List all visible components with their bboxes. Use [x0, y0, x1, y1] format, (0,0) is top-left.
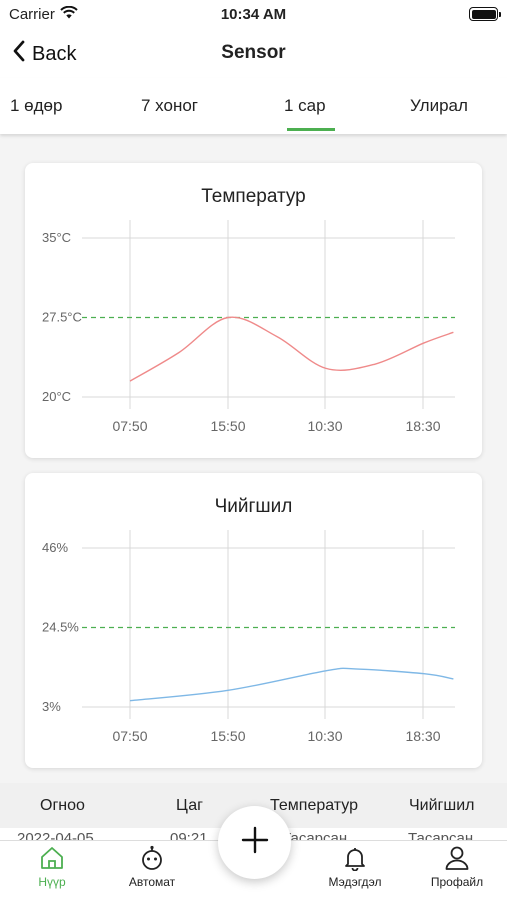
tabbar-item-home[interactable]: Нүүр	[12, 845, 92, 889]
status-time: 10:34 AM	[220, 6, 287, 23]
tabbar-item-automation[interactable]: Автомат	[112, 845, 192, 889]
temperature-x-tick-label: 15:50	[210, 418, 245, 434]
tab-1-day[interactable]: 1 өдөр	[10, 96, 62, 116]
column-header-temperature: Температур	[270, 797, 359, 814]
profile-icon	[417, 845, 497, 871]
tab-7-days[interactable]: 7 хоног	[141, 96, 198, 116]
humidity-x-tick-label: 15:50	[210, 728, 245, 744]
chevron-left-icon	[12, 40, 26, 68]
tabbar-label-notifications: Мэдэгдэл	[328, 875, 382, 889]
back-label: Back	[32, 42, 77, 65]
tabbar-label-automation: Автомат	[128, 875, 176, 889]
tab-1-month[interactable]: 1 сар	[284, 96, 326, 116]
temperature-x-tick-label: 18:30	[405, 418, 440, 434]
temperature-y-tick-label: 35°C	[42, 230, 71, 245]
column-header-time: Цаг	[176, 797, 203, 814]
temperature-chart-card: Температур 35°C 27.5°C 20°C 07:50 15:50 10:30…	[25, 163, 482, 458]
tabbar-item-profile[interactable]: Профайл	[417, 845, 497, 889]
status-bar: Carrier 10:34 AM	[0, 0, 507, 28]
humidity-x-tick-label: 07:50	[112, 728, 147, 744]
temperature-x-tick-label: 10:30	[307, 418, 342, 434]
column-header-humidity: Чийгшил	[409, 797, 475, 814]
humidity-series-line	[129, 667, 454, 702]
humidity-x-tick-label: 18:30	[405, 728, 440, 744]
tab-season[interactable]: Улирал	[410, 96, 468, 116]
home-icon	[12, 845, 92, 871]
bell-icon	[315, 845, 395, 871]
temperature-y-tick-label: 27.5°C	[42, 310, 82, 325]
plus-icon	[241, 826, 269, 859]
tabbar-label-profile: Профайл	[430, 875, 484, 889]
temperature-x-tick-label: 07:50	[112, 418, 147, 434]
humidity-y-tick-label: 46%	[42, 540, 68, 555]
back-button[interactable]: Back	[12, 40, 76, 68]
navigation-bar: Back Sensor	[0, 28, 507, 78]
humidity-chart-card: Чийгшил 46% 24.5% 3% 07:50 15:50 10:30 18:30	[25, 473, 482, 768]
column-header-date: Огноо	[40, 797, 85, 814]
tabbar-item-notifications[interactable]: Мэдэгдэл	[315, 845, 395, 889]
humidity-y-tick-label: 24.5%	[42, 620, 79, 635]
humidity-x-tick-label: 10:30	[307, 728, 342, 744]
temperature-series-line	[129, 316, 454, 382]
humidity-y-tick-label: 3%	[42, 699, 61, 714]
temperature-y-tick-label: 20°C	[42, 389, 71, 404]
add-button[interactable]	[218, 806, 291, 879]
period-tabs: 1 өдөр 7 хоног 1 сар Улирал	[0, 78, 507, 134]
humidity-chart: 46% 24.5% 3% 07:50 15:50 10:30 18:30	[42, 530, 455, 744]
robot-icon	[112, 845, 192, 871]
temperature-chart: 35°C 27.5°C 20°C 07:50 15:50 10:30 18:30	[42, 220, 455, 434]
tabbar-label-home: Нүүр	[38, 875, 66, 889]
active-tab-indicator	[287, 128, 335, 131]
battery-icon	[469, 7, 501, 21]
